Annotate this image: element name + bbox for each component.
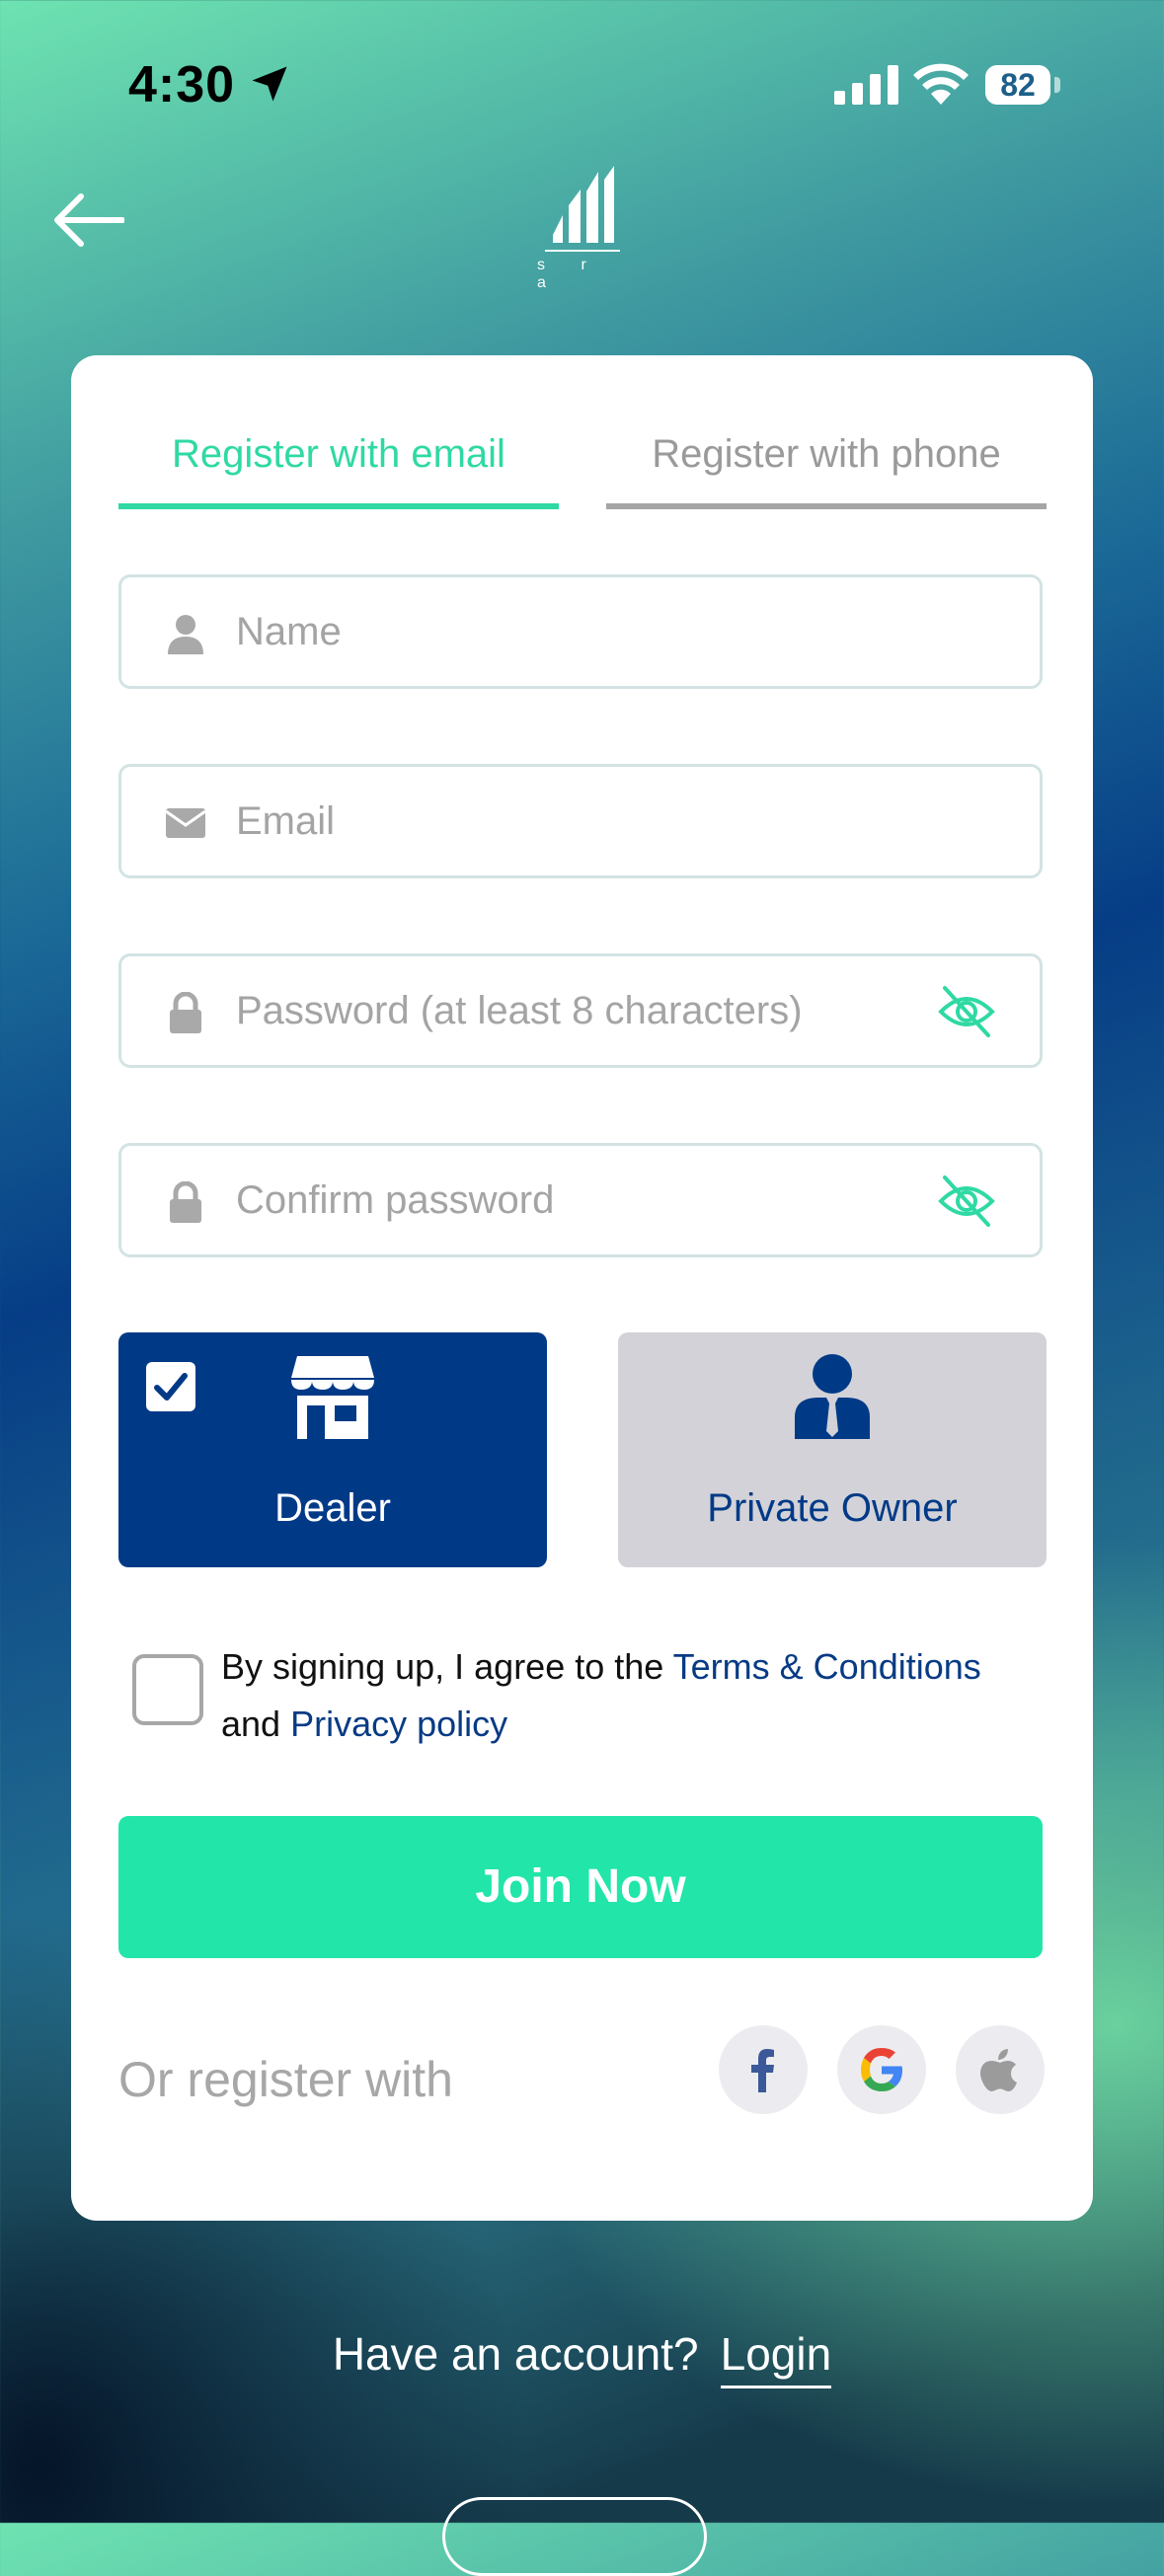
have-account-row: Have an account? Login [0, 2327, 1164, 2388]
cellular-signal-icon [834, 65, 898, 105]
role-option-dealer[interactable]: Dealer [118, 1332, 547, 1567]
apple-icon [980, 2049, 1017, 2091]
tab-register-phone[interactable]: Register with phone [606, 405, 1047, 509]
or-register-label: Or register with [118, 2052, 453, 2107]
privacy-link[interactable]: Privacy policy [290, 1704, 507, 1744]
dealer-label: Dealer [274, 1486, 391, 1530]
user-icon [168, 615, 203, 654]
apple-button[interactable] [956, 2025, 1045, 2114]
password-field[interactable]: Password (at least 8 characters) [118, 953, 1043, 1068]
join-now-button[interactable]: Join Now [118, 1816, 1043, 1958]
have-account-text: Have an account? [332, 2328, 699, 2380]
store-icon [291, 1356, 374, 1439]
facebook-button[interactable] [719, 2025, 808, 2114]
checkmark-icon [154, 1373, 188, 1401]
terms-agreement-text: By signing up, I agree to the Terms & Co… [221, 1638, 1060, 1753]
terms-link[interactable]: Terms & Conditions [673, 1646, 981, 1687]
password-placeholder: Password (at least 8 characters) [236, 989, 803, 1032]
google-icon [861, 2048, 902, 2091]
status-time: 4:30 [128, 56, 236, 114]
name-field[interactable]: Name [118, 574, 1043, 689]
agreement-prefix: By signing up, I agree to the [221, 1646, 673, 1687]
register-card: Register with email Register with phone … [71, 355, 1093, 2221]
name-placeholder: Name [236, 610, 342, 653]
bottom-partial-button[interactable] [442, 2497, 707, 2576]
confirm-password-field[interactable]: Confirm password [118, 1143, 1043, 1257]
logo-subtitle: s r a [537, 257, 602, 291]
google-button[interactable] [837, 2025, 926, 2114]
login-link[interactable]: Login [720, 2328, 832, 2388]
wifi-icon [913, 63, 969, 105]
tab-register-email[interactable]: Register with email [118, 405, 559, 509]
status-bar: 4:30 82 [0, 0, 1164, 168]
battery-indicator: 82 [985, 65, 1050, 105]
eye-off-icon[interactable] [937, 984, 996, 1039]
private-owner-label: Private Owner [707, 1486, 958, 1530]
terms-checkbox[interactable] [132, 1654, 203, 1725]
confirm-password-placeholder: Confirm password [236, 1178, 555, 1222]
battery-cap [1054, 77, 1060, 93]
back-arrow-icon[interactable] [51, 192, 124, 248]
agreement-middle: and [221, 1704, 291, 1744]
selected-checkbox [146, 1362, 195, 1411]
role-option-private-owner[interactable]: Private Owner [618, 1332, 1047, 1567]
email-placeholder: Email [236, 799, 336, 843]
facebook-icon [751, 2049, 774, 2092]
location-arrow-icon [252, 66, 287, 102]
lock-icon [170, 992, 201, 1033]
businessman-icon [795, 1354, 870, 1439]
envelope-icon [165, 808, 206, 838]
email-field[interactable]: Email [118, 764, 1043, 878]
eye-off-icon[interactable] [937, 1174, 996, 1229]
lock-icon [170, 1181, 201, 1223]
